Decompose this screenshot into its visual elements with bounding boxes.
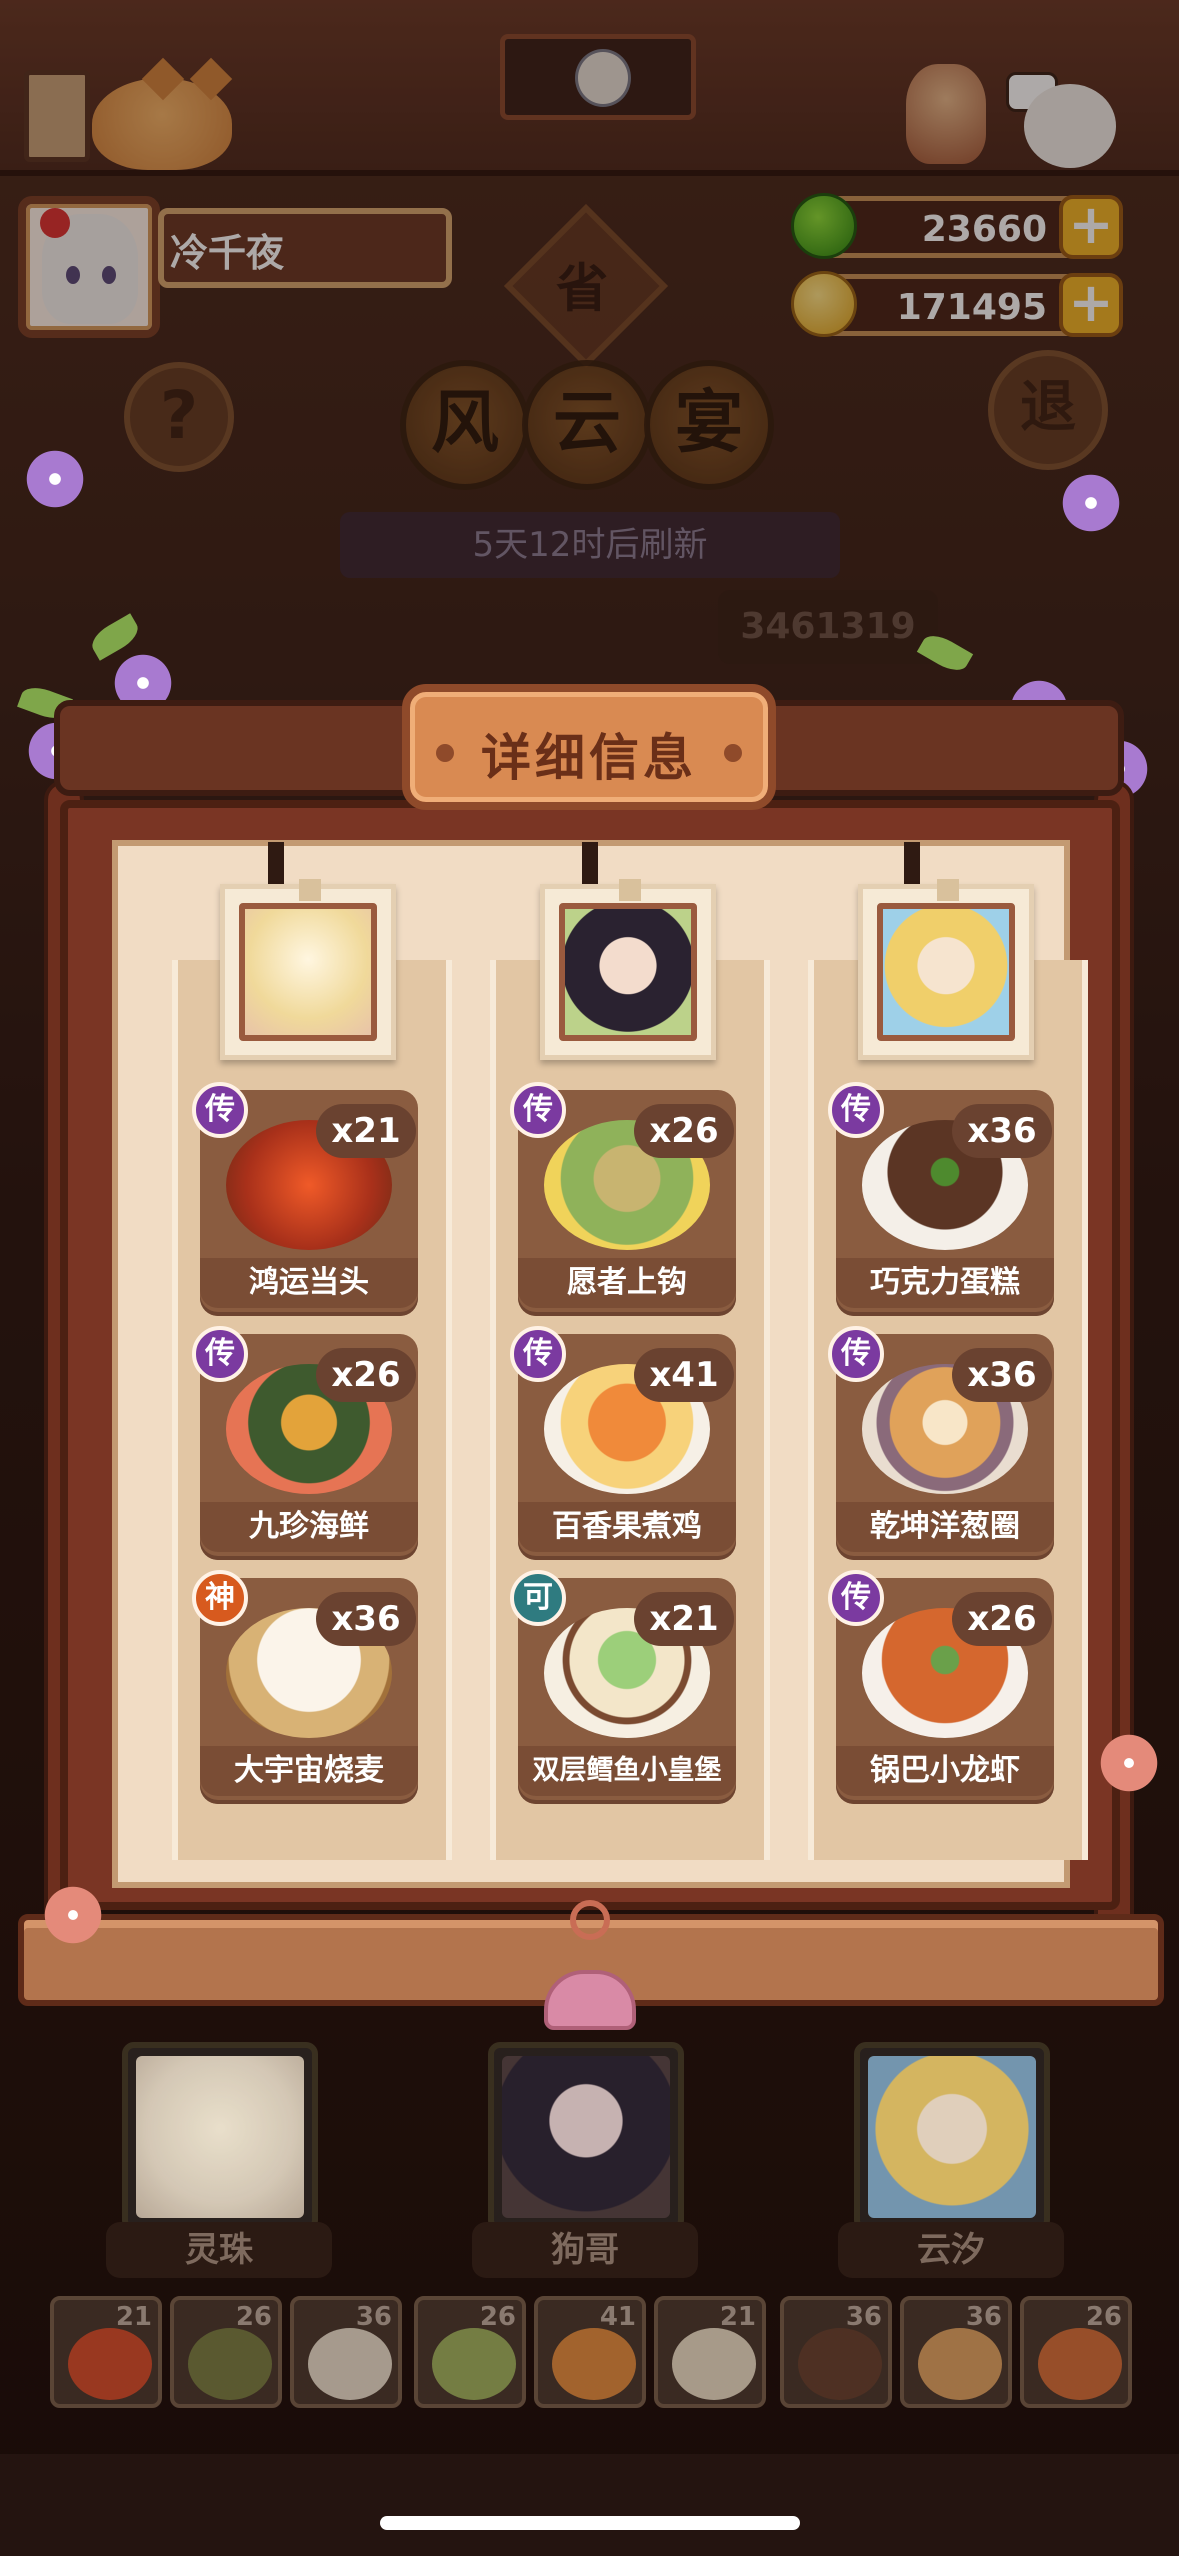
rarity-badge: 传 <box>192 1082 248 1138</box>
slot-count: 36 <box>355 2302 392 2332</box>
flower-icon <box>1096 1730 1162 1796</box>
slot-count: 26 <box>479 2302 516 2332</box>
dish-quantity: x36 <box>316 1592 416 1646</box>
bottom-safe-area <box>0 2454 1179 2556</box>
rarity-badge: 传 <box>510 1326 566 1382</box>
dish-thumbnail <box>918 2328 1002 2400</box>
dish-quantity: x26 <box>316 1348 416 1402</box>
dish-thumbnail <box>188 2328 272 2400</box>
inventory-slot: 21 <box>50 2296 162 2408</box>
dish-quantity: x21 <box>316 1104 416 1158</box>
dish-name: 九珍海鲜 <box>200 1502 418 1552</box>
slot-count: 21 <box>719 2302 756 2332</box>
slot-count: 36 <box>845 2302 882 2332</box>
dish-name: 鸿运当头 <box>200 1258 418 1308</box>
slot-count: 26 <box>235 2302 272 2332</box>
rarity-badge: 神 <box>192 1570 248 1626</box>
dish-thumbnail <box>1038 2328 1122 2400</box>
rarity-badge: 传 <box>510 1082 566 1138</box>
slot-count: 36 <box>965 2302 1002 2332</box>
dish-quantity: x26 <box>634 1104 734 1158</box>
inventory-slot: 41 <box>534 2296 646 2408</box>
character-name-label: 云汐 <box>838 2222 1064 2278</box>
dish-thumbnail <box>308 2328 392 2400</box>
dish-name: 愿者上钩 <box>518 1258 736 1308</box>
dish-card[interactable]: 传 x36 巧克力蛋糕 <box>828 1082 1054 1316</box>
inventory-slot: 26 <box>1020 2296 1132 2408</box>
dish-thumbnail <box>672 2328 756 2400</box>
dish-card[interactable]: 传 x26 锅巴小龙虾 <box>828 1570 1054 1804</box>
inventory-slot: 36 <box>780 2296 892 2408</box>
dish-name: 巧克力蛋糕 <box>836 1258 1054 1308</box>
dish-card[interactable]: 传 x41 百香果煮鸡 <box>510 1326 736 1560</box>
character-card-yunxi <box>854 2042 1050 2232</box>
detail-title-plaque: 详细信息 <box>402 684 776 810</box>
slot-count: 41 <box>599 2302 636 2332</box>
character-name-label: 狗哥 <box>472 2222 698 2278</box>
rarity-badge: 传 <box>828 1082 884 1138</box>
dish-name: 双层鳕鱼小皇堡 <box>518 1746 736 1796</box>
dish-card[interactable]: 可 x21 双层鳕鱼小皇堡 <box>510 1570 736 1804</box>
dish-name: 大宇宙烧麦 <box>200 1746 418 1796</box>
dish-card[interactable]: 传 x26 愿者上钩 <box>510 1082 736 1316</box>
dish-name: 乾坤洋葱圈 <box>836 1502 1054 1552</box>
rarity-badge: 可 <box>510 1570 566 1626</box>
rarity-badge: 传 <box>192 1326 248 1382</box>
inventory-slot: 36 <box>290 2296 402 2408</box>
dish-quantity: x21 <box>634 1592 734 1646</box>
flower-icon <box>22 446 88 512</box>
inventory-slot: 36 <box>900 2296 1012 2408</box>
dish-card[interactable]: 传 x36 乾坤洋葱圈 <box>828 1326 1054 1560</box>
character-portrait-yunxi[interactable] <box>858 879 1034 1060</box>
dish-card[interactable]: 传 x21 鸿运当头 <box>192 1082 418 1316</box>
inventory-slot: 26 <box>170 2296 282 2408</box>
dish-quantity: x26 <box>952 1592 1052 1646</box>
character-name-label: 灵珠 <box>106 2222 332 2278</box>
slot-count: 26 <box>1085 2302 1122 2332</box>
dish-quantity: x36 <box>952 1104 1052 1158</box>
dish-card[interactable]: 神 x36 大宇宙烧麦 <box>192 1570 418 1804</box>
flower-icon <box>40 1882 106 1948</box>
dish-quantity: x41 <box>634 1348 734 1402</box>
close-panel-knot[interactable] <box>534 1900 646 2060</box>
flower-icon <box>1058 470 1124 536</box>
dish-thumbnail <box>432 2328 516 2400</box>
home-indicator[interactable] <box>380 2516 800 2530</box>
character-portrait-lingzhu[interactable] <box>220 879 396 1060</box>
character-portrait-gouge[interactable] <box>540 879 716 1060</box>
dish-thumbnail <box>68 2328 152 2400</box>
dish-name: 百香果煮鸡 <box>518 1502 736 1552</box>
dish-name: 锅巴小龙虾 <box>836 1746 1054 1796</box>
dish-card[interactable]: 传 x26 九珍海鲜 <box>192 1326 418 1560</box>
detail-title: 详细信息 <box>481 729 697 787</box>
dish-thumbnail <box>798 2328 882 2400</box>
slot-count: 21 <box>115 2302 152 2332</box>
inventory-slot: 21 <box>654 2296 766 2408</box>
dish-thumbnail <box>552 2328 636 2400</box>
rarity-badge: 传 <box>828 1570 884 1626</box>
inventory-slot: 26 <box>414 2296 526 2408</box>
character-card-lingzhu <box>122 2042 318 2232</box>
rarity-badge: 传 <box>828 1326 884 1382</box>
dish-quantity: x36 <box>952 1348 1052 1402</box>
character-card-gouge <box>488 2042 684 2232</box>
